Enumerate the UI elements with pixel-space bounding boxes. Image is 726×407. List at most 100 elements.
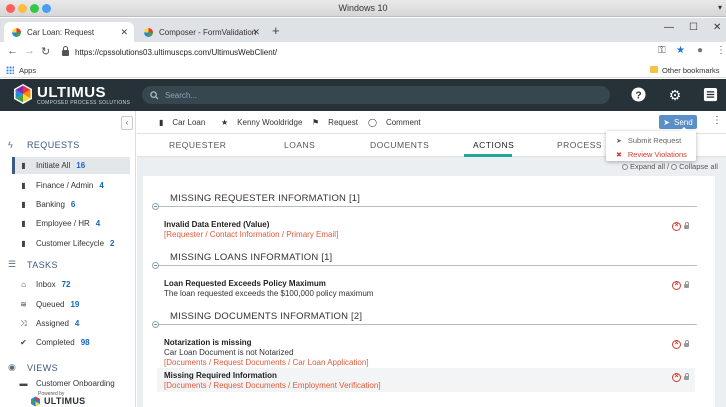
sidebar-item-customer-onboarding[interactable]: ▬ Customer Onboarding — [12, 379, 130, 388]
sidebar: ‹ ϟ REQUESTS ▮ Initiate All 16 ▮ Finance… — [0, 111, 136, 407]
minimize-icon[interactable]: — — [664, 22, 674, 33]
tab-loans[interactable]: LOANS — [284, 140, 315, 150]
violation-title: Missing Required Information — [164, 371, 277, 380]
send-dropdown-menu: ➤ Submit Request ✖ Review Violations — [606, 127, 696, 161]
violation-item[interactable]: Notarization is missing Car Loan Documen… — [157, 335, 695, 368]
ultimus-logo-icon — [31, 396, 40, 407]
expand-all-link[interactable]: Expand all — [630, 162, 665, 171]
new-tab-button[interactable]: + — [272, 23, 280, 38]
powered-logo-text: ULTIMUS — [44, 396, 86, 406]
list-icon: ☰ — [8, 259, 17, 269]
count-badge: 4 — [74, 319, 80, 328]
maximize-icon[interactable]: ☐ — [689, 22, 698, 33]
collapse-group-icon[interactable] — [152, 321, 159, 328]
apps-grid-icon[interactable] — [6, 66, 14, 74]
sidebar-item-completed[interactable]: ✔ Completed 98 — [12, 334, 130, 351]
logo-text: ULTIMUS — [37, 84, 107, 101]
violation-item[interactable]: Loan Requested Exceeds Policy Maximum Th… — [157, 276, 695, 300]
sidebar-item-finance-admin[interactable]: ▮ Finance / Admin 4 — [12, 177, 130, 194]
review-violations-menu-item[interactable]: ✖ Review Violations — [616, 150, 687, 159]
collapse-sidebar-button[interactable]: ‹ — [121, 116, 133, 130]
violation-path-link[interactable]: [Documents / Request Documents / Employm… — [164, 381, 381, 390]
tasks-section-header: ☰ TASKS — [8, 259, 58, 270]
browser-tab-strip: Car Loan: Request ✕ Composer - FormValid… — [0, 18, 726, 42]
document-icon: ▮ — [21, 181, 26, 190]
violation-title: Loan Requested Exceeds Policy Maximum — [164, 279, 326, 288]
views-section-header: ◉ VIEWS — [8, 362, 59, 373]
search-input[interactable] — [165, 90, 585, 100]
process-label: ▮ Car Loan — [159, 118, 206, 127]
bookmark-other[interactable]: Other bookmarks — [662, 66, 720, 75]
tab-actions[interactable]: ACTIONS — [473, 140, 514, 150]
address-bar-row: ← → ↻ https://cpssolutions03.ultimuscps.… — [0, 42, 726, 62]
violation-item[interactable]: Invalid Data Entered (Value) [Requester … — [157, 217, 695, 241]
tab-process[interactable]: PROCESS — [557, 140, 602, 150]
tab-requester[interactable]: REQUESTER — [169, 140, 226, 150]
menu-list-icon[interactable] — [702, 87, 718, 103]
close-icon: ✖ — [616, 151, 622, 159]
close-icon[interactable]: ✕ — [713, 22, 721, 33]
search-icon — [150, 90, 159, 100]
profile-icon[interactable]: ● — [697, 45, 703, 56]
folder-icon: ▬ — [19, 379, 28, 388]
sidebar-item-banking[interactable]: ▮ Banking 6 — [12, 196, 130, 213]
chevron-down-icon[interactable]: ▾ — [718, 3, 722, 12]
star-icon[interactable]: ★ — [676, 45, 685, 56]
group-title: MISSING REQUESTER INFORMATION [1] — [170, 193, 361, 204]
sidebar-item-inbox[interactable]: ⌂ Inbox 72 — [12, 276, 130, 293]
send-icon: ➤ — [616, 137, 622, 145]
os-title: Windows 10 — [338, 3, 388, 13]
violation-item[interactable]: Missing Required Information [Documents … — [157, 368, 695, 392]
close-tab-icon[interactable]: ✕ — [252, 27, 260, 38]
key-icon[interactable]: ⚿ — [658, 45, 666, 56]
sidebar-item-assigned[interactable]: ⤨ Assigned 4 — [12, 315, 130, 332]
ultimus-logo-icon[interactable] — [12, 83, 34, 105]
comment-button[interactable]: ◯ Comment — [368, 118, 421, 127]
ultimus-favicon-icon — [144, 27, 153, 37]
back-arrow-icon[interactable]: ← — [7, 45, 18, 57]
sidebar-item-queued[interactable]: ≋ Queued 19 — [12, 296, 130, 313]
violation-title: Invalid Data Entered (Value) — [164, 220, 270, 229]
count-badge: 4 — [95, 219, 101, 228]
browser-menu-icon[interactable]: ⋮ — [716, 45, 726, 56]
violation-path-link[interactable]: [Documents / Request Documents / Car Loa… — [164, 358, 369, 367]
bookmark-apps[interactable]: Apps — [19, 66, 36, 75]
gear-icon[interactable]: ⚙ — [667, 87, 683, 103]
violation-title: Notarization is missing — [164, 338, 252, 347]
submit-request-menu-item[interactable]: ➤ Submit Request — [616, 136, 681, 145]
sidebar-item-initiate-all[interactable]: ▮ Initiate All 16 — [12, 157, 130, 174]
step-label: ⚑ Request — [312, 118, 358, 127]
close-tab-icon[interactable]: ✕ — [120, 27, 128, 38]
sidebar-item-employee-hr[interactable]: ▮ Employee / HR 4 — [12, 215, 130, 232]
help-icon[interactable]: ? — [630, 87, 646, 103]
group-header[interactable]: MISSING LOANS INFORMATION [1] — [152, 252, 697, 269]
collapse-group-icon[interactable] — [152, 262, 159, 269]
collapse-all-link[interactable]: Collapse all — [679, 162, 718, 171]
check-circle-icon: ✔ — [20, 338, 27, 347]
sidebar-item-customer-lifecycle[interactable]: ▮ Customer Lifecycle 2 — [12, 235, 130, 252]
browser-tab-car-loan[interactable]: Car Loan: Request ✕ — [4, 22, 134, 42]
browser-tab-composer[interactable]: Composer - FormValidation ✕ — [136, 22, 266, 42]
powered-by-logo: Powered by ULTIMUS — [30, 391, 100, 407]
radio-icon[interactable] — [671, 163, 678, 170]
collapse-group-icon[interactable] — [152, 203, 159, 210]
lock-icon — [684, 340, 689, 347]
logo-subtitle: COMPOSED PROCESS SOLUTIONS — [37, 100, 131, 106]
send-button[interactable]: ➤ Send — [659, 115, 697, 129]
lock-icon — [684, 281, 689, 288]
count-badge: 72 — [61, 280, 71, 289]
document-icon: ▮ — [21, 219, 26, 228]
count-badge: 6 — [70, 200, 76, 209]
radio-icon[interactable] — [622, 163, 628, 170]
more-options-icon[interactable]: ⋮ — [712, 115, 722, 126]
violation-path-link[interactable]: [Requester / Contact Information / Prima… — [164, 230, 338, 239]
tab-documents[interactable]: DOCUMENTS — [370, 140, 429, 150]
reload-icon[interactable]: ↻ — [41, 45, 50, 58]
forward-arrow-icon[interactable]: → — [24, 45, 35, 57]
search-box[interactable] — [142, 86, 610, 104]
group-header[interactable]: MISSING DOCUMENTS INFORMATION [2] — [152, 311, 697, 328]
user-label: ★ Kenny Wooldridge — [221, 118, 303, 127]
url-field[interactable]: https://cpssolutions03.ultimuscps.com/Ul… — [62, 44, 692, 60]
group-header[interactable]: MISSING REQUESTER INFORMATION [1] — [152, 193, 697, 210]
lock-icon — [684, 222, 689, 229]
